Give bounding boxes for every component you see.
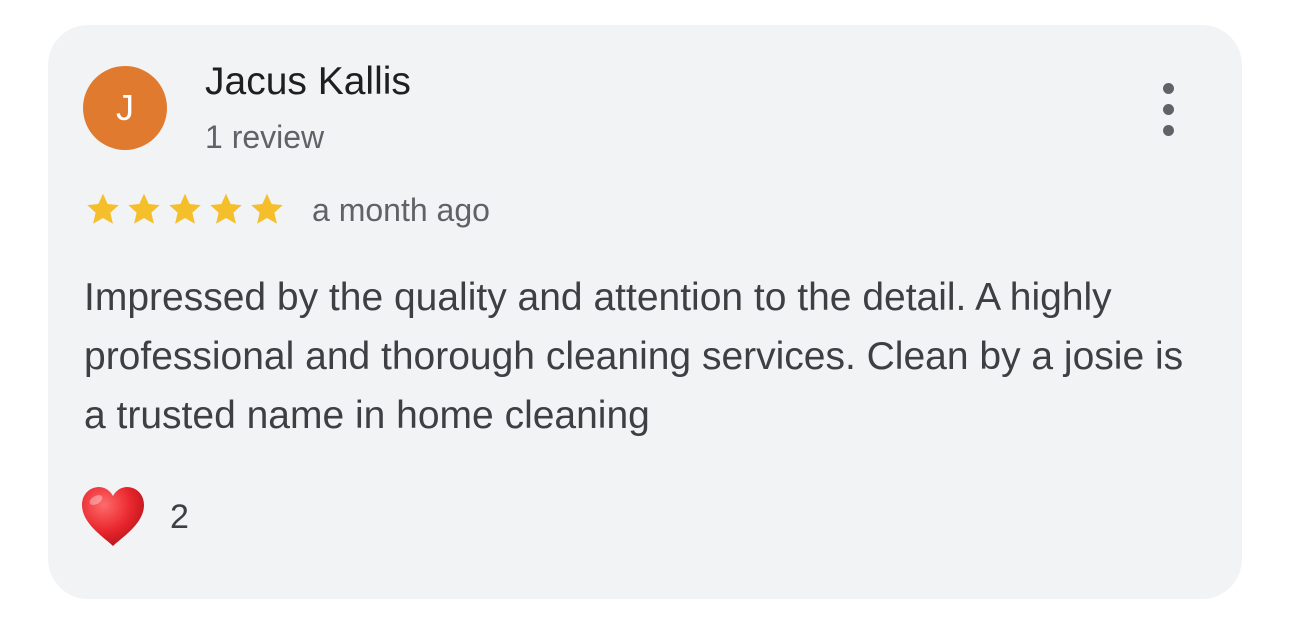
star-icon — [169, 193, 201, 224]
star-icon — [210, 193, 242, 224]
star-icon — [87, 193, 119, 224]
star-icon — [251, 193, 283, 224]
like-count: 2 — [170, 497, 189, 536]
more-options-button[interactable] — [1146, 77, 1196, 141]
more-vert-icon — [1163, 83, 1174, 94]
review-card: J Jacus Kallis 1 review a month ago Impr… — [48, 25, 1242, 599]
star-rating — [83, 191, 287, 227]
review-time: a month ago — [312, 192, 490, 228]
star-icon — [128, 193, 160, 224]
like-button[interactable]: 2 — [80, 484, 189, 550]
more-vert-dot — [1163, 125, 1174, 136]
avatar[interactable]: J — [83, 66, 167, 150]
reviewer-name[interactable]: Jacus Kallis — [205, 58, 411, 106]
more-vert-dot — [1163, 104, 1174, 115]
heart-icon — [80, 486, 146, 548]
review-text: Impressed by the quality and attention t… — [84, 276, 1184, 437]
reviewer-review-count: 1 review — [205, 119, 325, 155]
